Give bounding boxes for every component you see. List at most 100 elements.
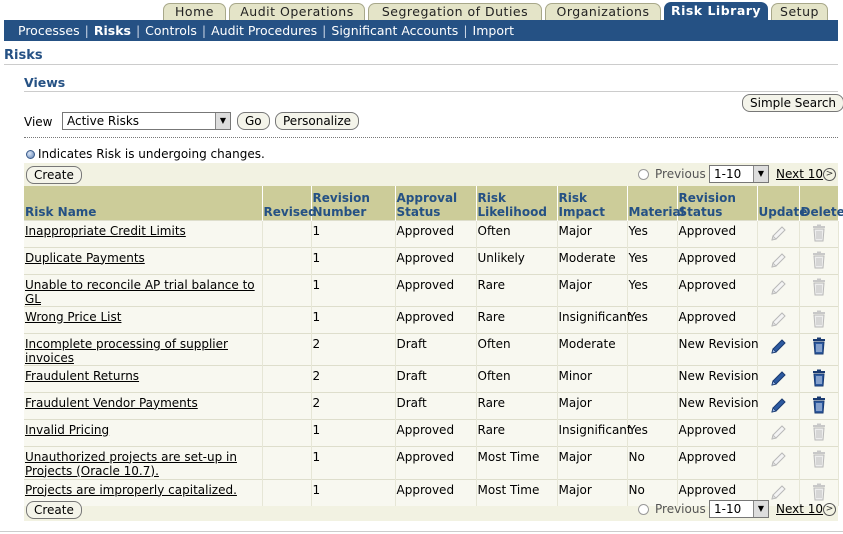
- next-10-link-bottom[interactable]: Next 10: [776, 502, 823, 516]
- risk-name-link[interactable]: Invalid Pricing: [24, 418, 263, 446]
- approval-status-cell: Approved: [395, 445, 477, 479]
- tab-risk-library[interactable]: Risk Library: [664, 2, 768, 20]
- sub-navigation: Processes | Risks | Controls | Audit Procedure…: [4, 20, 838, 41]
- approval-status-cell: Approved: [395, 478, 477, 506]
- personalize-button[interactable]: Personalize: [275, 112, 360, 130]
- view-label: View: [24, 115, 53, 129]
- column-header-update: Update: [757, 186, 807, 220]
- revision-number-cell: 2: [311, 332, 396, 365]
- table-row: Invalid Pricing 1 Approved Rare Insignifican…: [24, 418, 839, 446]
- revised-cell: [262, 364, 312, 392]
- dropdown-arrow-icon[interactable]: ▼: [753, 501, 768, 517]
- risk-impact-cell: Major: [557, 478, 628, 506]
- trash-icon[interactable]: [811, 396, 827, 417]
- approval-status-cell: Draft: [395, 391, 477, 419]
- revised-cell: [262, 332, 312, 365]
- update-cell: [757, 364, 800, 392]
- update-cell: [757, 418, 800, 446]
- range-select-top[interactable]: 1-10 ▼: [709, 165, 769, 183]
- create-button-bottom[interactable]: Create: [26, 501, 82, 519]
- revision-number-cell: 2: [311, 364, 396, 392]
- revised-cell: [262, 478, 312, 506]
- approval-status-cell: Approved: [395, 305, 477, 333]
- range-select-bottom[interactable]: 1-10 ▼: [709, 500, 769, 518]
- delete-cell: [799, 332, 839, 365]
- simple-search-button[interactable]: Simple Search: [742, 94, 843, 112]
- delete-cell: [799, 246, 839, 274]
- risk-impact-cell: Insignificant: [557, 418, 632, 446]
- tab-segregation-of-duties[interactable]: Segregation of Duties: [368, 3, 542, 20]
- pencil-icon[interactable]: [768, 338, 788, 360]
- pencil-icon: [768, 311, 788, 333]
- column-header-risk-name[interactable]: Risk Name: [24, 186, 263, 220]
- footer-divider: [0, 531, 843, 532]
- risk-name-link[interactable]: Incomplete processing of supplier invoic…: [24, 332, 263, 365]
- go-button[interactable]: Go: [237, 112, 270, 130]
- view-select[interactable]: Active Risks ▼: [62, 112, 231, 130]
- tab-setup[interactable]: Setup: [771, 3, 828, 20]
- next-10-link-top[interactable]: Next 10: [776, 167, 823, 181]
- subnav-processes[interactable]: Processes: [18, 23, 80, 38]
- tab-audit-operations[interactable]: Audit Operations: [229, 3, 365, 20]
- revised-cell: [262, 418, 312, 446]
- revised-cell: [262, 305, 312, 333]
- page-title: Risks: [4, 48, 43, 63]
- subnav-import[interactable]: Import: [473, 23, 515, 38]
- delete-cell: [799, 418, 839, 446]
- trash-icon[interactable]: [811, 369, 827, 390]
- create-button-top[interactable]: Create: [26, 166, 82, 184]
- next-arrow-icon[interactable]: >: [823, 503, 836, 516]
- risk-impact-cell: Major: [557, 273, 628, 306]
- pencil-icon: [768, 279, 788, 301]
- risk-likelihood-cell: Most Time: [476, 478, 558, 506]
- risk-name-link[interactable]: Unable to reconcile AP trial balance to …: [24, 273, 263, 306]
- previous-label: Previous: [655, 167, 706, 181]
- trash-icon[interactable]: [811, 337, 827, 358]
- previous-radio-icon: [638, 169, 649, 180]
- table-row: Unable to reconcile AP trial balance to …: [24, 273, 839, 306]
- risk-name-link[interactable]: Wrong Price List: [24, 305, 263, 333]
- subnav-controls[interactable]: Controls: [145, 23, 197, 38]
- revision-number-cell: 1: [311, 305, 396, 333]
- tab-home[interactable]: Home: [163, 3, 226, 20]
- material-cell: No: [627, 445, 678, 479]
- risk-name-link[interactable]: Inappropriate Credit Limits: [24, 219, 263, 247]
- risk-name-link[interactable]: Unauthorized projects are set-up in Proj…: [24, 445, 263, 479]
- indicator-text: Indicates Risk is undergoing changes.: [38, 147, 265, 161]
- view-select-value: Active Risks: [67, 114, 140, 128]
- risk-likelihood-cell: Unlikely: [476, 246, 558, 274]
- delete-cell: [799, 273, 839, 306]
- revision-status-cell: New Revision: [677, 364, 759, 392]
- subnav-separator: |: [135, 23, 141, 38]
- risk-name-link[interactable]: Duplicate Payments: [24, 246, 263, 274]
- table-row: Fraudulent Returns 2 Draft Often Minor New Re…: [24, 364, 839, 392]
- risk-name-link[interactable]: Fraudulent Vendor Payments: [24, 391, 263, 419]
- dropdown-arrow-icon[interactable]: ▼: [215, 113, 230, 129]
- pencil-icon[interactable]: [768, 370, 788, 392]
- tab-organizations[interactable]: Organizations: [545, 3, 661, 20]
- approval-status-cell: Draft: [395, 332, 477, 365]
- approval-status-cell: Approved: [395, 418, 477, 446]
- risk-name-link[interactable]: Fraudulent Returns: [24, 364, 263, 392]
- next-arrow-icon[interactable]: >: [823, 168, 836, 181]
- material-cell: Yes: [627, 219, 678, 247]
- subnav-risks[interactable]: Risks: [94, 23, 131, 38]
- table-body: Inappropriate Credit Limits 1 Approved Ofte…: [24, 219, 839, 506]
- subnav-significant-accounts[interactable]: Significant Accounts: [331, 23, 458, 38]
- pencil-icon: [768, 225, 788, 247]
- trash-icon: [811, 423, 827, 444]
- pencil-icon[interactable]: [768, 397, 788, 419]
- pencil-icon: [768, 424, 788, 446]
- material-cell: Yes: [627, 273, 678, 306]
- subnav-audit-procedures[interactable]: Audit Procedures: [211, 23, 317, 38]
- subnav-separator: |: [463, 23, 468, 38]
- risk-impact-cell: Major: [557, 219, 628, 247]
- column-header-revision-status: Revision Status: [677, 186, 758, 220]
- blue-dot-icon: [26, 150, 35, 159]
- revision-number-cell: 1: [311, 219, 396, 247]
- table-row: Fraudulent Vendor Payments 2 Draft Rare Majo…: [24, 391, 839, 419]
- table-row: Duplicate Payments 1 Approved Unlikely Moder…: [24, 246, 839, 274]
- revised-cell: [262, 273, 312, 306]
- dropdown-arrow-icon[interactable]: ▼: [753, 166, 768, 182]
- revision-number-cell: 2: [311, 391, 396, 419]
